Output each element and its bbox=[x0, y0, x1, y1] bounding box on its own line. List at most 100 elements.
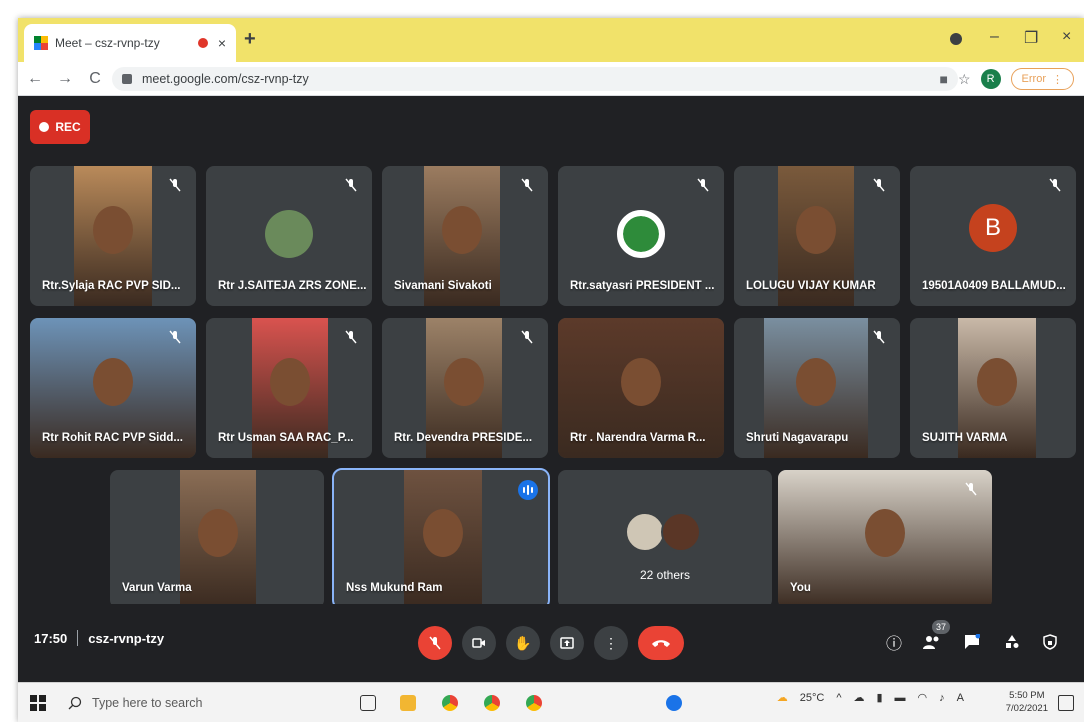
participant-tile[interactable]: Rtr J.SAITEJA ZRS ZONE... bbox=[206, 166, 372, 306]
participant-name: Rtr J.SAITEJA ZRS ZONE... bbox=[218, 280, 367, 292]
meeting-controls-bar: 17:50 csz-rvnp-tzy ✋ ⋮ ⓘ 37 bbox=[18, 604, 1084, 680]
chat-button[interactable] bbox=[958, 628, 986, 656]
weather-icon: ☁ bbox=[776, 692, 788, 704]
participant-tile[interactable]: Rtr . Narendra Varma R... bbox=[558, 318, 724, 458]
others-tile[interactable]: 22 others bbox=[558, 470, 772, 608]
raise-hand-icon: ✋ bbox=[514, 634, 532, 651]
wifi-icon[interactable]: ◠ bbox=[918, 691, 928, 704]
participant-avatar bbox=[661, 512, 701, 552]
rec-label: REC bbox=[55, 120, 81, 134]
notification-icon[interactable] bbox=[1058, 695, 1074, 711]
file-explorer-icon[interactable] bbox=[400, 695, 416, 711]
participant-tile[interactable]: B 19501A0409 BALLAMUD... bbox=[910, 166, 1076, 306]
cast-icon[interactable]: ■ bbox=[940, 71, 948, 87]
error-button[interactable]: Error ⋮ bbox=[1010, 68, 1074, 90]
language-icon[interactable]: A bbox=[957, 692, 964, 704]
close-window-button[interactable]: × bbox=[1062, 28, 1071, 46]
participant-face bbox=[442, 206, 482, 254]
windows-taskbar: Type here to search ☁ 25°C ^ ☁ ▮ ▬ ◠ ♪ A… bbox=[18, 682, 1084, 722]
forward-button[interactable]: → bbox=[52, 70, 78, 88]
taskbar-search-box[interactable]: Type here to search bbox=[58, 689, 338, 717]
bookmark-star-icon[interactable]: ☆ bbox=[958, 71, 971, 88]
mic-toggle-button[interactable] bbox=[418, 626, 452, 660]
participant-tile[interactable]: Rtr Rohit RAC PVP Sidd... bbox=[30, 318, 196, 458]
more-icon: ⋮ bbox=[604, 634, 618, 651]
back-button[interactable]: ← bbox=[22, 70, 48, 88]
participant-tile[interactable]: Rtr.satyasri PRESIDENT ... bbox=[558, 166, 724, 306]
browser-tab[interactable]: Meet – csz-rvnp-tzy × bbox=[24, 24, 236, 62]
profile-avatar[interactable]: R bbox=[980, 69, 1001, 89]
leave-call-button[interactable] bbox=[638, 626, 684, 660]
participant-avatar bbox=[617, 210, 665, 258]
participant-face bbox=[977, 358, 1017, 406]
participant-face bbox=[444, 358, 484, 406]
host-controls-button[interactable] bbox=[1036, 628, 1064, 656]
participant-tile[interactable]: Rtr.Sylaja RAC PVP SID... bbox=[30, 166, 196, 306]
reload-button[interactable]: C bbox=[82, 70, 108, 88]
participant-name: Rtr . Narendra Varma R... bbox=[570, 432, 706, 444]
battery-icon[interactable]: ▬ bbox=[895, 692, 906, 704]
participant-name: Rtr Rohit RAC PVP Sidd... bbox=[42, 432, 183, 444]
mic-muted-icon bbox=[518, 176, 536, 194]
participant-tile[interactable]: Rtr. Devendra PRESIDE... bbox=[382, 318, 548, 458]
info-icon: ⓘ bbox=[885, 636, 902, 653]
participant-tile[interactable]: Shruti Nagavarapu bbox=[734, 318, 900, 458]
task-view-icon[interactable] bbox=[360, 695, 376, 711]
meeting-info-button[interactable]: ⓘ bbox=[880, 628, 908, 656]
chrome-profile-2-icon[interactable] bbox=[526, 695, 542, 711]
participant-name: SUJITH VARMA bbox=[922, 432, 1008, 444]
participant-tile[interactable]: Varun Varma bbox=[110, 470, 324, 608]
help-icon[interactable] bbox=[666, 695, 682, 711]
camera-toggle-button[interactable] bbox=[462, 626, 496, 660]
mic-muted-icon bbox=[694, 176, 712, 194]
others-count: 22 others bbox=[639, 568, 691, 582]
participant-face bbox=[93, 206, 133, 254]
meeting-code: csz-rvnp-tzy bbox=[88, 630, 165, 646]
others-avatars bbox=[625, 512, 705, 562]
restore-button[interactable]: ❐ bbox=[1024, 28, 1038, 48]
chrome-profile-icon[interactable] bbox=[484, 695, 500, 711]
participant-tile[interactable]: Sivamani Sivakoti bbox=[382, 166, 548, 306]
participant-tile[interactable]: You bbox=[778, 470, 992, 608]
people-count-badge: 37 bbox=[932, 620, 950, 634]
activities-button[interactable] bbox=[998, 628, 1026, 656]
participant-tile[interactable]: LOLUGU VIJAY KUMAR bbox=[734, 166, 900, 306]
system-tray: ☁ 25°C ^ ☁ ▮ ▬ ◠ ♪ A bbox=[776, 691, 964, 705]
participant-name: Rtr Usman SAA RAC_P... bbox=[218, 432, 354, 444]
participant-name: Rtr.satyasri PRESIDENT ... bbox=[570, 280, 715, 292]
taskbar-clock[interactable]: 5:50 PM 7/02/2021 bbox=[1006, 689, 1048, 715]
tab-close-button[interactable]: × bbox=[218, 35, 226, 51]
new-tab-button[interactable]: + bbox=[244, 28, 256, 51]
chevron-up-icon[interactable]: ^ bbox=[836, 692, 841, 704]
more-options-button[interactable]: ⋮ bbox=[594, 626, 628, 660]
raise-hand-button[interactable]: ✋ bbox=[506, 626, 540, 660]
participant-face bbox=[865, 509, 905, 557]
people-button[interactable]: 37 bbox=[918, 620, 950, 656]
minimize-button[interactable]: – bbox=[990, 28, 999, 46]
url-field[interactable]: meet.google.com/csz-rvnp-tzy bbox=[112, 67, 958, 91]
lock-icon bbox=[122, 74, 132, 84]
chrome-icon[interactable] bbox=[442, 695, 458, 711]
mic-muted-icon bbox=[870, 328, 888, 346]
participant-tile[interactable]: Rtr Usman SAA RAC_P... bbox=[206, 318, 372, 458]
tab-title: Meet – csz-rvnp-tzy bbox=[55, 36, 160, 50]
tab-bar: Meet – csz-rvnp-tzy × + – ❐ × bbox=[18, 18, 1084, 62]
participant-tile[interactable]: Nss Mukund Ram bbox=[332, 468, 550, 610]
volume-icon[interactable]: ♪ bbox=[939, 692, 945, 704]
present-button[interactable] bbox=[550, 626, 584, 660]
record-dot-icon bbox=[39, 122, 50, 132]
participant-face bbox=[93, 358, 133, 406]
usb-icon[interactable]: ▮ bbox=[876, 691, 882, 704]
chat-icon bbox=[965, 634, 980, 649]
participant-face bbox=[621, 358, 661, 406]
divider bbox=[77, 630, 79, 646]
participant-face bbox=[270, 358, 310, 406]
url-text: meet.google.com/csz-rvnp-tzy bbox=[142, 72, 309, 86]
windows-start-icon[interactable] bbox=[30, 695, 46, 711]
participant-name: Shruti Nagavarapu bbox=[746, 432, 849, 444]
safety-icon bbox=[1043, 634, 1057, 650]
participant-tile[interactable]: SUJITH VARMA bbox=[910, 318, 1076, 458]
extension-icon[interactable] bbox=[950, 33, 962, 45]
onedrive-icon[interactable]: ☁ bbox=[853, 691, 864, 704]
participant-face bbox=[796, 358, 836, 406]
